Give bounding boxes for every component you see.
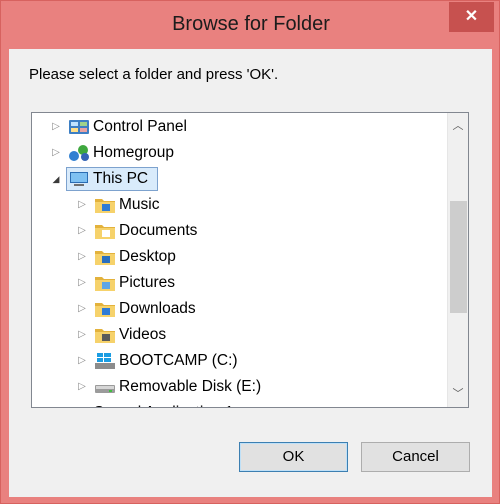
tree-item[interactable]: ▷ Documents <box>32 218 448 244</box>
tree-item[interactable]: ▷ Desktop <box>32 244 448 270</box>
tree-item-label: Pictures <box>119 274 175 291</box>
windows-drive-icon <box>94 352 116 370</box>
tree-item-label: This PC <box>93 170 149 187</box>
folder-icon <box>68 404 90 407</box>
folder-tree-view[interactable]: ▷ Control Panel ▷ Homegroup ◢ This PC ▷ Music ▷ D… <box>31 112 469 408</box>
videos-folder-icon <box>94 326 116 344</box>
tree-item-label: BOOTCAMP (C:) <box>119 352 238 369</box>
chevron-down-icon: ﹀ <box>452 388 464 400</box>
dialog-client-area: Please select a folder and press 'OK'. ▷… <box>9 49 492 497</box>
title-bar[interactable]: Browse for Folder ✕ <box>1 1 500 49</box>
tree-items: ▷ Control Panel ▷ Homegroup ◢ This PC ▷ Music ▷ D… <box>32 113 448 407</box>
control-panel-icon <box>68 118 90 136</box>
collapsed-arrow-icon[interactable]: ▷ <box>75 218 89 244</box>
tree-item[interactable]: ▷ Videos <box>32 322 448 348</box>
homegroup-icon <box>68 144 90 162</box>
tree-item[interactable]: ▷ Removable Disk (E:) <box>32 374 448 400</box>
tree-item-label: Documents <box>119 222 198 239</box>
tree-item[interactable]: ▷ Cancel Application 1 <box>32 400 448 407</box>
collapsed-arrow-icon[interactable]: ▷ <box>49 140 63 166</box>
vertical-scrollbar[interactable]: ︿ ﹀ <box>447 113 468 407</box>
scroll-up-button[interactable]: ︿ <box>448 116 468 136</box>
downloads-folder-icon <box>94 300 116 318</box>
dialog-title: Browse for Folder <box>172 13 330 35</box>
chevron-up-icon: ︿ <box>452 120 464 132</box>
collapsed-arrow-icon[interactable]: ▷ <box>49 114 63 140</box>
ok-button[interactable]: OK <box>239 442 348 472</box>
collapsed-arrow-icon[interactable]: ▷ <box>75 270 89 296</box>
tree-item[interactable]: ▷ Music <box>32 192 448 218</box>
tree-item-label: Desktop <box>119 248 176 265</box>
scrollbar-thumb[interactable] <box>450 201 467 313</box>
documents-folder-icon <box>94 222 116 240</box>
this-pc-icon <box>68 170 90 188</box>
music-folder-icon <box>94 196 116 214</box>
tree-item-label: Videos <box>119 326 167 343</box>
removable-disk-icon <box>94 378 116 396</box>
browse-for-folder-dialog: Browse for Folder ✕ Please select a fold… <box>0 0 500 504</box>
collapsed-arrow-icon[interactable]: ▷ <box>75 192 89 218</box>
close-icon: ✕ <box>464 8 479 25</box>
tree-item-label: Music <box>119 196 160 213</box>
scroll-down-button[interactable]: ﹀ <box>448 384 468 404</box>
desktop-folder-icon <box>94 248 116 266</box>
collapsed-arrow-icon[interactable]: ▷ <box>75 296 89 322</box>
instruction-text: Please select a folder and press 'OK'. <box>29 66 279 83</box>
collapsed-arrow-icon[interactable]: ▷ <box>75 348 89 374</box>
collapsed-arrow-icon[interactable]: ▷ <box>75 244 89 270</box>
tree-item-label: Control Panel <box>93 118 187 135</box>
collapsed-arrow-icon[interactable]: ▷ <box>75 322 89 348</box>
tree-item-label: Cancel Application 1 <box>93 404 233 407</box>
expanded-arrow-icon[interactable]: ◢ <box>49 166 63 192</box>
tree-item[interactable]: ▷ Pictures <box>32 270 448 296</box>
pictures-folder-icon <box>94 274 116 292</box>
collapsed-arrow-icon[interactable]: ▷ <box>75 374 89 400</box>
tree-item[interactable]: ▷ Downloads <box>32 296 448 322</box>
tree-item-label: Removable Disk (E:) <box>119 378 262 395</box>
tree-item[interactable]: ▷ Control Panel <box>32 114 448 140</box>
tree-item-label: Downloads <box>119 300 196 317</box>
tree-item[interactable]: ▷ Homegroup <box>32 140 448 166</box>
cancel-button[interactable]: Cancel <box>361 442 470 472</box>
collapsed-arrow-icon[interactable]: ▷ <box>49 400 63 407</box>
tree-item[interactable]: ◢ This PC <box>32 166 448 192</box>
close-button[interactable]: ✕ <box>449 2 494 32</box>
tree-item[interactable]: ▷ BOOTCAMP (C:) <box>32 348 448 374</box>
tree-item-label: Homegroup <box>93 144 174 161</box>
